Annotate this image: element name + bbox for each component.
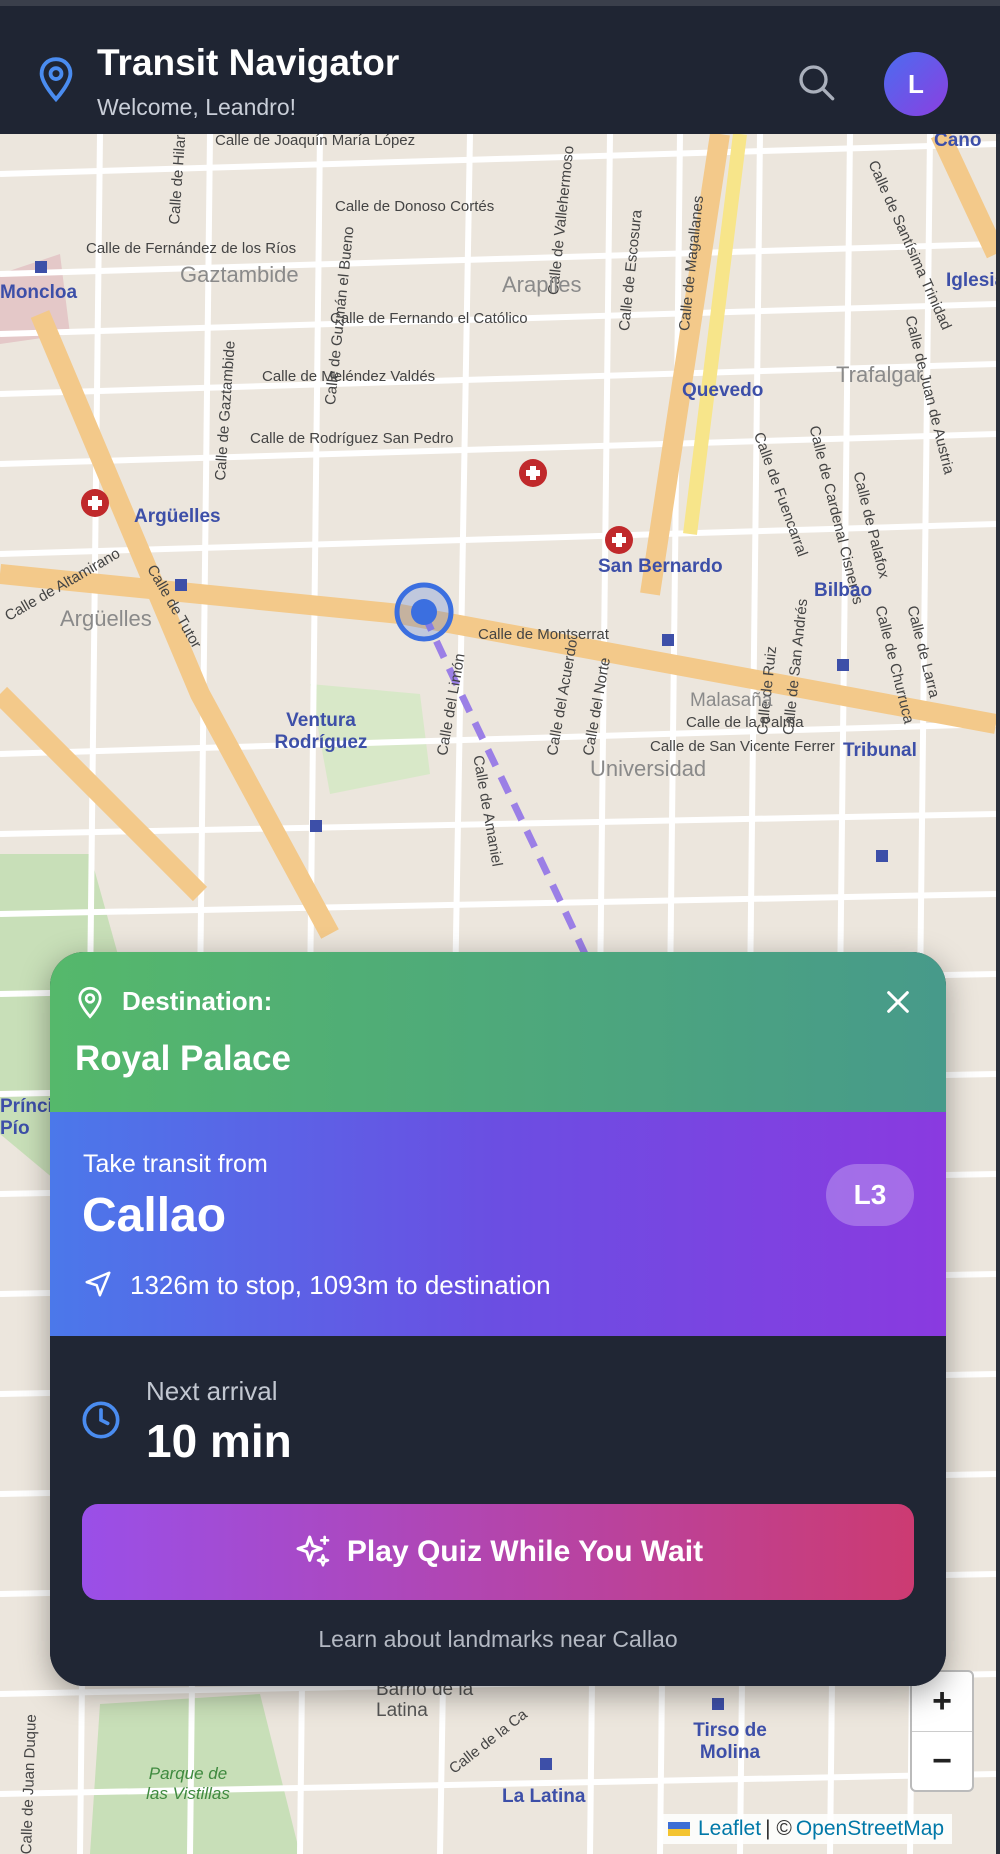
station-label: Alonso Cano: [934, 134, 982, 151]
welcome-text: Welcome, Leandro!: [97, 94, 297, 120]
play-quiz-button[interactable]: Play Quiz While You Wait: [82, 1504, 914, 1600]
transit-from-label: Take transit from: [83, 1150, 268, 1178]
station-label: Argüelles: [134, 506, 221, 527]
district-label: Argüelles: [60, 606, 152, 631]
street-label: Calle de Meléndez Valdés: [262, 368, 436, 385]
station-label: Quevedo: [682, 380, 764, 401]
district-label: Arapiles: [502, 272, 582, 297]
ukraine-flag-icon: [668, 1822, 690, 1836]
map-scroll-edge: [996, 134, 1000, 1854]
app-header: Transit Navigator Welcome, Leandro! L: [0, 6, 1000, 134]
street-label: Calle de Fernández de los Ríos: [86, 240, 297, 257]
station-label: La Latina: [502, 1786, 586, 1807]
location-pin-icon: [78, 986, 102, 1019]
district-label: Malasaña: [690, 690, 773, 711]
district-label: Trafalgar: [836, 362, 924, 387]
stop-name: Callao: [82, 1189, 227, 1242]
station-label: Tribunal: [843, 740, 917, 761]
play-quiz-label: Play Quiz While You Wait: [346, 1535, 704, 1568]
district-label: Barrio de la Latina: [376, 1679, 474, 1721]
close-icon[interactable]: [884, 988, 912, 1016]
current-location-marker: [394, 582, 454, 642]
street-label: Calle de Joaquín María López: [215, 134, 416, 149]
attribution-separator: | ©: [765, 1817, 792, 1840]
map-attribution: Leaflet | © OpenStreetMap: [660, 1814, 953, 1844]
next-arrival-value: 10 min: [146, 1415, 292, 1467]
station-label: Ventura Rodríguez: [274, 710, 368, 753]
station-label: Príncipe Pío: [0, 1096, 75, 1139]
destination-card: Destination: Royal Palace Take transit f…: [50, 952, 946, 1686]
park-label: Parque de las Vistillas: [146, 1764, 230, 1803]
arrival-section: Next arrival 10 min Play Quiz While You …: [50, 1336, 946, 1686]
user-avatar[interactable]: L: [884, 52, 948, 116]
station-label: San Bernardo: [598, 556, 723, 577]
zoom-out-button[interactable]: −: [912, 1731, 972, 1790]
street-label: Calle de San Vicente Ferrer: [650, 738, 835, 755]
street-label: Calle de Donoso Cortés: [335, 198, 495, 215]
street-label: Calle de Rodríguez San Pedro: [250, 430, 454, 447]
osm-link[interactable]: OpenStreetMap: [796, 1817, 944, 1841]
destination-label: Destination:: [122, 986, 273, 1016]
station-label: Bilbao: [814, 580, 873, 601]
leaflet-link[interactable]: Leaflet: [698, 1817, 761, 1841]
clock-icon: [82, 1401, 120, 1439]
app-title: Transit Navigator: [97, 42, 400, 83]
station-label: Tirso de Molina: [693, 1720, 767, 1763]
transit-section: Take transit from Callao L3 1326m to sto…: [50, 1112, 946, 1336]
next-arrival-label: Next arrival: [146, 1376, 278, 1406]
search-icon[interactable]: [796, 62, 836, 102]
station-label: Iglesia: [946, 270, 996, 291]
quiz-hint: Learn about landmarks near Callao: [318, 1626, 678, 1652]
line-badge: L3: [826, 1164, 914, 1226]
destination-name: Royal Palace: [75, 1039, 291, 1078]
district-label: Gaztambide: [180, 262, 299, 287]
distance-text: 1326m to stop, 1093m to destination: [130, 1270, 551, 1300]
navigation-arrow-icon: [85, 1271, 111, 1297]
street-label: Calle de Montserrat: [478, 626, 609, 643]
station-label: Moncloa: [0, 282, 78, 303]
sparkles-icon: [296, 1535, 330, 1567]
zoom-control: + −: [910, 1670, 974, 1792]
street-label: Calle de Fernando el Católico: [330, 310, 528, 327]
location-pin-icon: [39, 57, 73, 103]
district-label: Universidad: [590, 756, 707, 781]
destination-section: Destination: Royal Palace: [50, 952, 946, 1112]
